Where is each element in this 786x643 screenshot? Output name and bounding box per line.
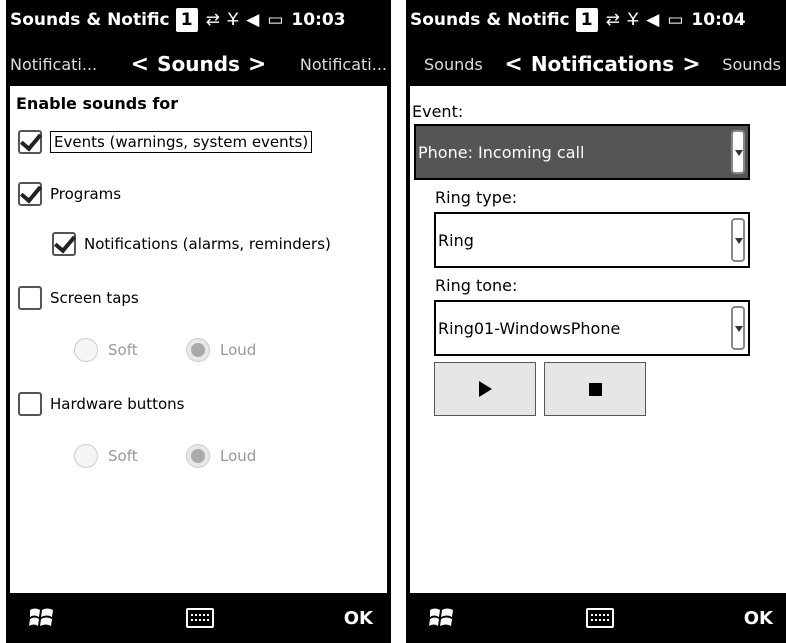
stop-button[interactable] (544, 362, 646, 416)
clock: 10:03 (291, 10, 346, 30)
tab-current: Notifications (530, 52, 675, 76)
hardware-loud-radio (186, 444, 210, 468)
screen-taps-option[interactable]: Screen taps (18, 286, 139, 310)
notifications-label: Notifications (alarms, reminders) (84, 235, 331, 253)
ring-type-dropdown[interactable]: Ring (434, 212, 750, 268)
hardware-loud-label: Loud (220, 447, 257, 465)
chevron-left-icon[interactable]: < (504, 52, 522, 77)
tab-next[interactable]: Notificati... (300, 55, 387, 74)
chevron-down-icon[interactable] (731, 306, 745, 350)
softkey-bar: OK (6, 593, 391, 643)
screen-taps-loud-radio (186, 338, 210, 362)
programs-label: Programs (50, 185, 122, 203)
programs-checkbox[interactable] (18, 182, 42, 206)
ring-type-label: Ring type: (435, 188, 518, 207)
status-bar: Sounds & Notific 1 ⇄ Y̶ ◀︎ ▭ 10:03 (6, 0, 391, 40)
battery-icon: ▭ (667, 10, 684, 30)
windows-start-icon[interactable] (428, 604, 456, 632)
screen-taps-soft-radio (74, 338, 98, 362)
ring-tone-label: Ring tone: (435, 276, 518, 295)
status-bar: Sounds & Notific 1 ⇄ Y̶ ◀︎ ▭ 10:04 (406, 0, 786, 40)
app-title: Sounds & Notific (410, 10, 570, 30)
hardware-loud-option: Loud (186, 444, 256, 468)
tab-prev[interactable]: Notificati... (10, 55, 97, 74)
windows-start-icon[interactable] (28, 604, 56, 632)
data-arrows-icon: ⇄ (205, 10, 220, 30)
event-label: Event: (412, 102, 464, 121)
volume-icon[interactable]: ◀︎ (646, 10, 659, 30)
screen-taps-checkbox[interactable] (18, 286, 42, 310)
notifications-checkbox[interactable] (52, 232, 76, 256)
data-arrows-icon: ⇄ (605, 10, 620, 30)
app-title: Sounds & Notific (10, 10, 170, 30)
events-label: Events (warnings, system events) (50, 131, 313, 153)
app-switch-icon[interactable]: 1 (175, 8, 198, 32)
screen-taps-loud-option: Loud (186, 338, 256, 362)
screen-taps-loud-label: Loud (220, 341, 257, 359)
ring-tone-value: Ring01-WindowsPhone (438, 318, 621, 338)
notifications-option[interactable]: Notifications (alarms, reminders) (52, 232, 331, 256)
chevron-down-icon[interactable] (731, 218, 745, 262)
chevron-left-icon[interactable]: < (131, 52, 149, 77)
softkey-bar: OK (406, 593, 786, 643)
screen-taps-label: Screen taps (50, 289, 139, 307)
stop-icon (588, 382, 602, 396)
screen-taps-soft-option: Soft (74, 338, 138, 362)
notifications-screen: Sounds & Notific 1 ⇄ Y̶ ◀︎ ▭ 10:04 Sound… (406, 0, 786, 643)
screen-taps-soft-label: Soft (108, 341, 138, 359)
event-value: Phone: Incoming call (418, 142, 585, 162)
tab-current: Sounds (157, 52, 240, 76)
volume-icon[interactable]: ◀︎ (246, 10, 259, 30)
ring-tone-dropdown[interactable]: Ring01-WindowsPhone (434, 300, 750, 356)
events-option[interactable]: Events (warnings, system events) (18, 130, 313, 154)
events-checkbox[interactable] (18, 130, 42, 154)
hardware-buttons-label: Hardware buttons (50, 395, 185, 413)
programs-option[interactable]: Programs (18, 182, 121, 206)
keyboard-icon[interactable] (585, 608, 614, 628)
event-dropdown[interactable]: Phone: Incoming call (414, 124, 750, 180)
tab-next[interactable]: Sounds (722, 55, 781, 74)
ring-type-value: Ring (438, 230, 474, 250)
notifications-content: Event: Phone: Incoming call Ring type: R… (410, 86, 786, 594)
hardware-buttons-option[interactable]: Hardware buttons (18, 392, 184, 416)
sounds-screen: Sounds & Notific 1 ⇄ Y̶ ◀︎ ▭ 10:03 Notif… (6, 0, 391, 643)
tab-bar: Sounds < Notifications > Sounds (406, 44, 786, 84)
keyboard-icon[interactable] (185, 608, 214, 628)
sounds-content: Enable sounds for Events (warnings, syst… (10, 86, 387, 594)
hardware-soft-radio (74, 444, 98, 468)
hardware-soft-label: Soft (108, 447, 138, 465)
ok-button[interactable]: OK (744, 608, 773, 629)
clock: 10:04 (691, 10, 746, 30)
ok-button[interactable]: OK (344, 608, 373, 629)
chevron-down-icon[interactable] (731, 130, 745, 174)
no-signal-icon: Y̶ (627, 10, 639, 30)
no-signal-icon: Y̶ (227, 10, 239, 30)
app-switch-icon[interactable]: 1 (575, 8, 598, 32)
play-icon (478, 381, 492, 397)
hardware-soft-option: Soft (74, 444, 138, 468)
hardware-buttons-checkbox[interactable] (18, 392, 42, 416)
chevron-right-icon[interactable]: > (248, 52, 266, 77)
battery-icon: ▭ (267, 10, 284, 30)
chevron-right-icon[interactable]: > (682, 52, 700, 77)
play-button[interactable] (434, 362, 536, 416)
tab-prev[interactable]: Sounds (424, 55, 483, 74)
section-heading: Enable sounds for (16, 94, 179, 113)
tab-bar: Notificati... < Sounds > Notificati... (6, 44, 391, 84)
